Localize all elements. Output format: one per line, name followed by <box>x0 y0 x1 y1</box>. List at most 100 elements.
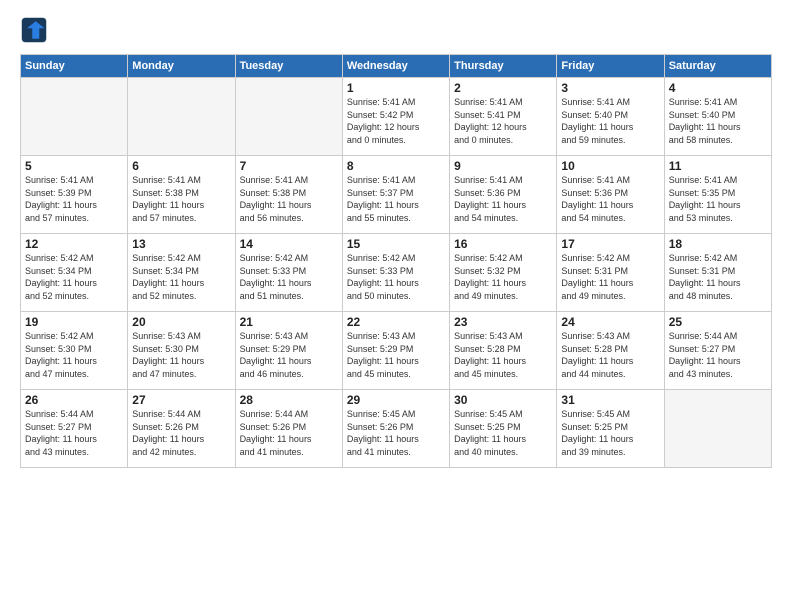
calendar-cell: 10Sunrise: 5:41 AM Sunset: 5:36 PM Dayli… <box>557 156 664 234</box>
calendar-week-row: 12Sunrise: 5:42 AM Sunset: 5:34 PM Dayli… <box>21 234 772 312</box>
day-number: 15 <box>347 237 445 251</box>
day-number: 5 <box>25 159 123 173</box>
calendar-cell: 15Sunrise: 5:42 AM Sunset: 5:33 PM Dayli… <box>342 234 449 312</box>
calendar-cell: 9Sunrise: 5:41 AM Sunset: 5:36 PM Daylig… <box>450 156 557 234</box>
weekday-header: Wednesday <box>342 55 449 78</box>
calendar-cell: 19Sunrise: 5:42 AM Sunset: 5:30 PM Dayli… <box>21 312 128 390</box>
cell-info: Sunrise: 5:41 AM Sunset: 5:42 PM Dayligh… <box>347 96 445 146</box>
weekday-header: Friday <box>557 55 664 78</box>
cell-info: Sunrise: 5:41 AM Sunset: 5:38 PM Dayligh… <box>132 174 230 224</box>
day-number: 21 <box>240 315 338 329</box>
cell-info: Sunrise: 5:42 AM Sunset: 5:33 PM Dayligh… <box>347 252 445 302</box>
cell-info: Sunrise: 5:41 AM Sunset: 5:40 PM Dayligh… <box>669 96 767 146</box>
cell-info: Sunrise: 5:43 AM Sunset: 5:29 PM Dayligh… <box>240 330 338 380</box>
calendar-cell: 30Sunrise: 5:45 AM Sunset: 5:25 PM Dayli… <box>450 390 557 468</box>
calendar-cell <box>664 390 771 468</box>
page: SundayMondayTuesdayWednesdayThursdayFrid… <box>0 0 792 612</box>
day-number: 1 <box>347 81 445 95</box>
cell-info: Sunrise: 5:45 AM Sunset: 5:26 PM Dayligh… <box>347 408 445 458</box>
calendar-cell: 11Sunrise: 5:41 AM Sunset: 5:35 PM Dayli… <box>664 156 771 234</box>
calendar-cell <box>235 78 342 156</box>
day-number: 30 <box>454 393 552 407</box>
cell-info: Sunrise: 5:41 AM Sunset: 5:39 PM Dayligh… <box>25 174 123 224</box>
cell-info: Sunrise: 5:43 AM Sunset: 5:29 PM Dayligh… <box>347 330 445 380</box>
day-number: 14 <box>240 237 338 251</box>
calendar-cell <box>128 78 235 156</box>
calendar-cell: 31Sunrise: 5:45 AM Sunset: 5:25 PM Dayli… <box>557 390 664 468</box>
day-number: 29 <box>347 393 445 407</box>
calendar-cell: 29Sunrise: 5:45 AM Sunset: 5:26 PM Dayli… <box>342 390 449 468</box>
day-number: 12 <box>25 237 123 251</box>
cell-info: Sunrise: 5:43 AM Sunset: 5:30 PM Dayligh… <box>132 330 230 380</box>
weekday-header: Thursday <box>450 55 557 78</box>
cell-info: Sunrise: 5:44 AM Sunset: 5:26 PM Dayligh… <box>240 408 338 458</box>
cell-info: Sunrise: 5:42 AM Sunset: 5:34 PM Dayligh… <box>132 252 230 302</box>
day-number: 8 <box>347 159 445 173</box>
calendar-cell: 26Sunrise: 5:44 AM Sunset: 5:27 PM Dayli… <box>21 390 128 468</box>
day-number: 20 <box>132 315 230 329</box>
day-number: 24 <box>561 315 659 329</box>
day-number: 17 <box>561 237 659 251</box>
calendar-cell: 1Sunrise: 5:41 AM Sunset: 5:42 PM Daylig… <box>342 78 449 156</box>
calendar-cell: 3Sunrise: 5:41 AM Sunset: 5:40 PM Daylig… <box>557 78 664 156</box>
calendar-week-row: 1Sunrise: 5:41 AM Sunset: 5:42 PM Daylig… <box>21 78 772 156</box>
calendar-cell: 28Sunrise: 5:44 AM Sunset: 5:26 PM Dayli… <box>235 390 342 468</box>
weekday-header: Tuesday <box>235 55 342 78</box>
logo <box>20 16 52 44</box>
calendar-cell: 16Sunrise: 5:42 AM Sunset: 5:32 PM Dayli… <box>450 234 557 312</box>
day-number: 27 <box>132 393 230 407</box>
cell-info: Sunrise: 5:44 AM Sunset: 5:27 PM Dayligh… <box>25 408 123 458</box>
cell-info: Sunrise: 5:42 AM Sunset: 5:34 PM Dayligh… <box>25 252 123 302</box>
cell-info: Sunrise: 5:41 AM Sunset: 5:38 PM Dayligh… <box>240 174 338 224</box>
day-number: 18 <box>669 237 767 251</box>
header <box>20 16 772 44</box>
day-number: 28 <box>240 393 338 407</box>
cell-info: Sunrise: 5:42 AM Sunset: 5:32 PM Dayligh… <box>454 252 552 302</box>
cell-info: Sunrise: 5:41 AM Sunset: 5:35 PM Dayligh… <box>669 174 767 224</box>
cell-info: Sunrise: 5:45 AM Sunset: 5:25 PM Dayligh… <box>454 408 552 458</box>
calendar-table: SundayMondayTuesdayWednesdayThursdayFrid… <box>20 54 772 468</box>
weekday-header: Sunday <box>21 55 128 78</box>
cell-info: Sunrise: 5:41 AM Sunset: 5:36 PM Dayligh… <box>561 174 659 224</box>
cell-info: Sunrise: 5:42 AM Sunset: 5:33 PM Dayligh… <box>240 252 338 302</box>
cell-info: Sunrise: 5:42 AM Sunset: 5:31 PM Dayligh… <box>669 252 767 302</box>
cell-info: Sunrise: 5:41 AM Sunset: 5:37 PM Dayligh… <box>347 174 445 224</box>
day-number: 16 <box>454 237 552 251</box>
weekday-header: Saturday <box>664 55 771 78</box>
day-number: 6 <box>132 159 230 173</box>
calendar-cell: 27Sunrise: 5:44 AM Sunset: 5:26 PM Dayli… <box>128 390 235 468</box>
calendar-cell: 12Sunrise: 5:42 AM Sunset: 5:34 PM Dayli… <box>21 234 128 312</box>
day-number: 31 <box>561 393 659 407</box>
calendar-cell: 8Sunrise: 5:41 AM Sunset: 5:37 PM Daylig… <box>342 156 449 234</box>
calendar-cell: 25Sunrise: 5:44 AM Sunset: 5:27 PM Dayli… <box>664 312 771 390</box>
calendar-cell: 7Sunrise: 5:41 AM Sunset: 5:38 PM Daylig… <box>235 156 342 234</box>
cell-info: Sunrise: 5:44 AM Sunset: 5:26 PM Dayligh… <box>132 408 230 458</box>
day-number: 23 <box>454 315 552 329</box>
day-number: 26 <box>25 393 123 407</box>
calendar-cell: 17Sunrise: 5:42 AM Sunset: 5:31 PM Dayli… <box>557 234 664 312</box>
day-number: 10 <box>561 159 659 173</box>
day-number: 2 <box>454 81 552 95</box>
day-number: 7 <box>240 159 338 173</box>
calendar-cell: 21Sunrise: 5:43 AM Sunset: 5:29 PM Dayli… <box>235 312 342 390</box>
calendar-cell: 18Sunrise: 5:42 AM Sunset: 5:31 PM Dayli… <box>664 234 771 312</box>
day-number: 4 <box>669 81 767 95</box>
calendar-cell: 2Sunrise: 5:41 AM Sunset: 5:41 PM Daylig… <box>450 78 557 156</box>
cell-info: Sunrise: 5:43 AM Sunset: 5:28 PM Dayligh… <box>561 330 659 380</box>
calendar-cell: 14Sunrise: 5:42 AM Sunset: 5:33 PM Dayli… <box>235 234 342 312</box>
calendar-week-row: 26Sunrise: 5:44 AM Sunset: 5:27 PM Dayli… <box>21 390 772 468</box>
cell-info: Sunrise: 5:44 AM Sunset: 5:27 PM Dayligh… <box>669 330 767 380</box>
calendar-week-row: 5Sunrise: 5:41 AM Sunset: 5:39 PM Daylig… <box>21 156 772 234</box>
cell-info: Sunrise: 5:41 AM Sunset: 5:36 PM Dayligh… <box>454 174 552 224</box>
day-number: 3 <box>561 81 659 95</box>
calendar-cell: 4Sunrise: 5:41 AM Sunset: 5:40 PM Daylig… <box>664 78 771 156</box>
day-number: 19 <box>25 315 123 329</box>
day-number: 22 <box>347 315 445 329</box>
cell-info: Sunrise: 5:43 AM Sunset: 5:28 PM Dayligh… <box>454 330 552 380</box>
day-number: 13 <box>132 237 230 251</box>
calendar-cell: 20Sunrise: 5:43 AM Sunset: 5:30 PM Dayli… <box>128 312 235 390</box>
calendar-week-row: 19Sunrise: 5:42 AM Sunset: 5:30 PM Dayli… <box>21 312 772 390</box>
calendar-cell <box>21 78 128 156</box>
cell-info: Sunrise: 5:41 AM Sunset: 5:40 PM Dayligh… <box>561 96 659 146</box>
calendar-header-row: SundayMondayTuesdayWednesdayThursdayFrid… <box>21 55 772 78</box>
